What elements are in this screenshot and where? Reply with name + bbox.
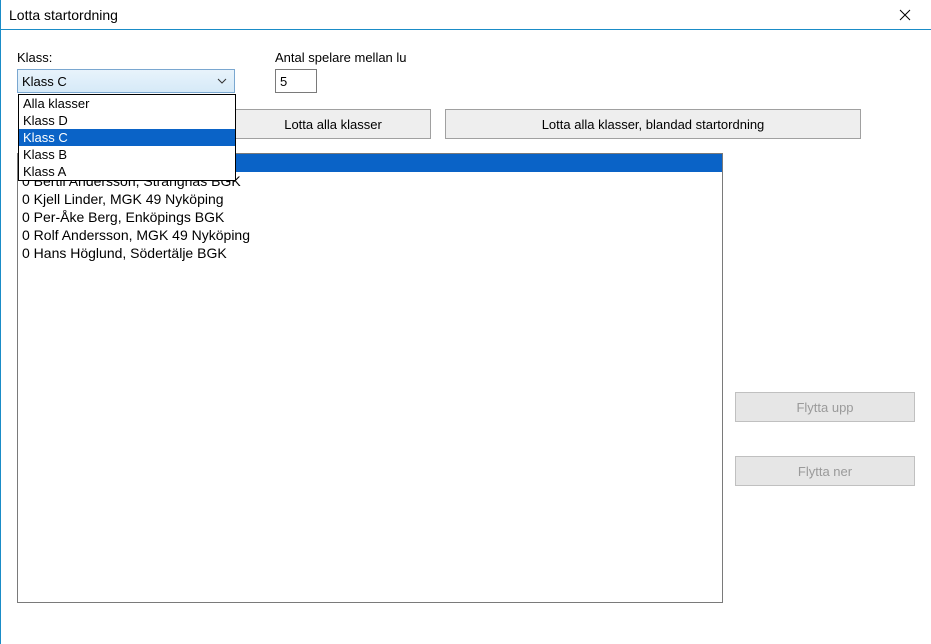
flytta-ner-button[interactable]: Flytta ner (735, 456, 915, 486)
lotta-alla-button[interactable]: Lotta alla klasser (235, 109, 431, 139)
chevron-down-icon (214, 78, 230, 84)
klass-option[interactable]: Klass D (19, 112, 235, 129)
close-button[interactable] (883, 0, 927, 30)
antal-input[interactable] (275, 69, 317, 93)
top-row: Klass: Klass C Alla klasserKlass DKlass … (17, 50, 915, 93)
list-item[interactable]: 0 Kjell Linder, MGK 49 Nyköping (18, 190, 722, 208)
antal-field-group: Antal spelare mellan lu (275, 50, 407, 93)
klass-dropdown-value: Klass C (22, 74, 214, 89)
player-listbox[interactable]: 0 Bertil Andersson, Strängnäs BGK0 Kjell… (17, 153, 723, 603)
flytta-upp-button[interactable]: Flytta upp (735, 392, 915, 422)
klass-dropdown[interactable]: Klass C Alla klasserKlass DKlass CKlass … (17, 69, 235, 93)
klass-dropdown-list[interactable]: Alla klasserKlass DKlass CKlass BKlass A (18, 94, 236, 181)
klass-field-group: Klass: Klass C Alla klasserKlass DKlass … (17, 50, 235, 93)
klass-option[interactable]: Alla klasser (19, 95, 235, 112)
klass-label: Klass: (17, 50, 235, 65)
klass-option[interactable]: Klass C (19, 129, 235, 146)
window: Lotta startordning Klass: Klass C Alla k… (0, 0, 931, 644)
titlebar: Lotta startordning (1, 0, 931, 30)
side-buttons: Flytta upp Flytta ner (735, 392, 915, 486)
window-title: Lotta startordning (9, 7, 118, 23)
antal-label: Antal spelare mellan lu (275, 50, 407, 65)
list-item[interactable]: 0 Hans Höglund, Södertälje BGK (18, 244, 722, 262)
klass-option[interactable]: Klass B (19, 146, 235, 163)
content-area: Klass: Klass C Alla klasserKlass DKlass … (1, 30, 931, 644)
list-item[interactable]: 0 Per-Åke Berg, Enköpings BGK (18, 208, 722, 226)
close-icon (899, 9, 911, 21)
list-item[interactable]: 0 Rolf Andersson, MGK 49 Nyköping (18, 226, 722, 244)
lotta-blandad-button[interactable]: Lotta alla klasser, blandad startordning (445, 109, 861, 139)
klass-option[interactable]: Klass A (19, 163, 235, 180)
